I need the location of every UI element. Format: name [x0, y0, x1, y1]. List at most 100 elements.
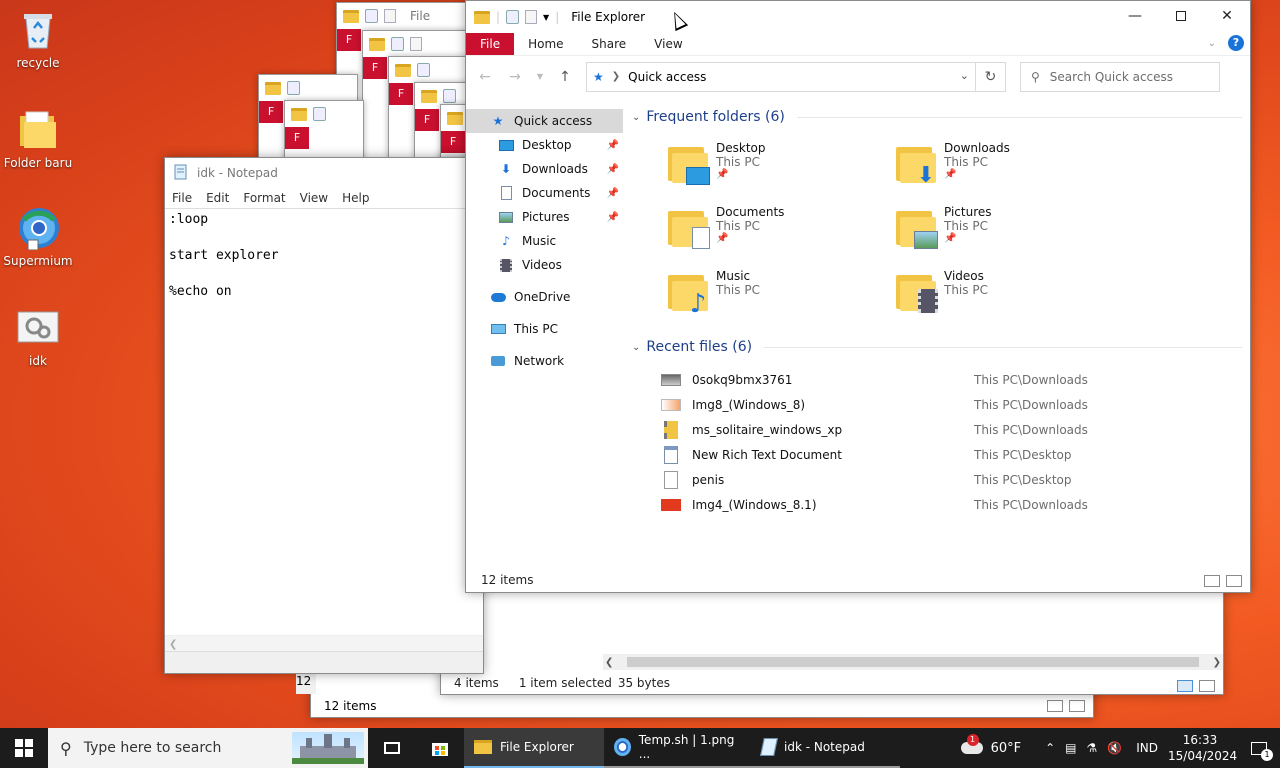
pin-icon[interactable]: 📌 [607, 212, 619, 223]
nav-downloads[interactable]: ⬇ Downloads 📌 [466, 157, 623, 181]
notepad-text-area[interactable]: :loop start explorer %echo on [165, 208, 483, 303]
horizontal-scrollbar[interactable]: ❮ ❯ [603, 654, 1223, 670]
nav-onedrive[interactable]: OneDrive [466, 285, 623, 309]
help-icon[interactable]: ? [1228, 35, 1244, 51]
forward-arrow-icon[interactable]: → [506, 69, 524, 85]
task-view-button[interactable] [368, 728, 416, 768]
menu-edit[interactable]: Edit [206, 191, 229, 205]
taskbar-app-file-explorer[interactable]: File Explorer [464, 728, 604, 768]
address-dropdown-icon[interactable]: ⌄ [960, 69, 969, 82]
frequent-folder-pictures[interactable]: Pictures This PC 📌 [896, 205, 1124, 255]
nav-desktop[interactable]: Desktop 📌 [466, 133, 623, 157]
nav-videos[interactable]: Videos [466, 253, 623, 277]
frequent-folder-music[interactable]: ♪ Music This PC [668, 269, 896, 319]
pin-icon[interactable]: 📌 [607, 164, 619, 175]
nav-this-pc[interactable]: This PC [466, 317, 623, 341]
menu-file[interactable]: File [172, 191, 192, 205]
ribbon-home-tab[interactable]: Home [514, 33, 577, 55]
menu-help[interactable]: Help [342, 191, 369, 205]
collapse-chevron-icon[interactable]: ⌄ [632, 112, 640, 123]
scroll-left-icon[interactable]: ❮ [605, 657, 613, 668]
back-arrow-icon[interactable]: ← [476, 69, 494, 85]
frequent-folder-desktop[interactable]: Desktop This PC 📌 [668, 141, 896, 191]
details-view-icon[interactable] [1204, 575, 1220, 587]
search-highlight-castle-icon[interactable] [292, 732, 364, 764]
recent-file-row[interactable]: Img8_(Windows_8) This PC\Downloads [660, 392, 1242, 417]
pin-icon[interactable]: 📌 [607, 188, 619, 199]
pin-icon[interactable]: 📌 [607, 140, 619, 151]
frequent-folder-downloads[interactable]: ⬇ Downloads This PC 📌 [896, 141, 1124, 191]
scrollbar-thumb[interactable] [627, 657, 1199, 667]
customize-toolbar-icon[interactable]: ▼ [543, 13, 549, 22]
desktop-icon-idk[interactable]: idk [0, 306, 76, 368]
search-box[interactable]: ⚲ Search Quick access [1020, 61, 1220, 92]
nav-network[interactable]: Network [466, 349, 623, 373]
notepad-window[interactable]: idk - Notepad File Edit Format View Help… [164, 157, 484, 674]
network-icon[interactable]: ⚗ [1087, 741, 1098, 755]
recent-file-row[interactable]: penis This PC\Desktop [660, 467, 1242, 492]
maximize-button[interactable] [1158, 1, 1204, 31]
large-icons-view-icon[interactable] [1199, 680, 1215, 692]
meet-now-icon[interactable]: ▤ [1065, 741, 1076, 755]
close-button[interactable]: ✕ [1204, 1, 1250, 31]
desktop-icon-supermium[interactable]: Supermium [0, 206, 76, 268]
menu-view[interactable]: View [300, 191, 328, 205]
ribbon-share-tab[interactable]: Share [578, 33, 641, 55]
start-button[interactable] [0, 728, 48, 768]
up-arrow-icon[interactable]: ↑ [556, 69, 574, 85]
stacked-explorer-window[interactable]: F [284, 100, 364, 164]
frequent-folders-header[interactable]: ⌄ Frequent folders (6) [632, 101, 1242, 133]
ribbon-file-tab[interactable]: F [259, 101, 283, 123]
microsoft-store-button[interactable] [416, 728, 464, 768]
weather-widget[interactable]: 1 60°F [960, 734, 1021, 756]
taskbar-app-browser[interactable]: Temp.sh | 1.png ... [604, 728, 752, 768]
volume-muted-icon[interactable]: 🔇 [1107, 741, 1122, 755]
menu-format[interactable]: Format [243, 191, 285, 205]
notification-center-button[interactable]: 1 [1242, 728, 1276, 768]
ribbon-file-tab[interactable]: F [389, 83, 413, 105]
horizontal-scrollbar[interactable]: ❮ [165, 635, 483, 651]
details-view-icon[interactable] [1177, 680, 1193, 692]
recent-file-row[interactable]: Img4_(Windows_8.1) This PC\Downloads [660, 492, 1242, 517]
collapse-chevron-icon[interactable]: ⌄ [632, 342, 640, 353]
nav-pictures[interactable]: Pictures 📌 [466, 205, 623, 229]
frequent-folder-videos[interactable]: Videos This PC [896, 269, 1124, 319]
recent-locations-chevron-icon[interactable]: ▼ [536, 72, 544, 81]
ribbon-view-tab[interactable]: View [640, 33, 696, 55]
new-folder-icon[interactable] [525, 10, 538, 24]
notepad-titlebar[interactable]: idk - Notepad [165, 158, 483, 188]
refresh-icon[interactable]: ↻ [975, 62, 1005, 91]
explorer-titlebar[interactable]: | ▼ | File Explorer — ✕ [466, 1, 1250, 33]
expand-ribbon-icon[interactable]: ⌄ [1208, 38, 1216, 49]
ribbon-file-tab[interactable]: F [441, 131, 465, 153]
frequent-folder-documents[interactable]: Documents This PC 📌 [668, 205, 896, 255]
recent-file-row[interactable]: 0sokq9bmx3761 This PC\Downloads [660, 367, 1242, 392]
taskbar-app-notepad[interactable]: idk - Notepad [752, 728, 900, 768]
recent-file-row[interactable]: ms_solitaire_windows_xp This PC\Download… [660, 417, 1242, 442]
minimize-button[interactable]: — [1112, 1, 1158, 31]
scroll-left-icon[interactable]: ❮ [169, 639, 177, 650]
nav-documents[interactable]: Documents 📌 [466, 181, 623, 205]
ribbon-file-tab[interactable]: File [466, 33, 515, 55]
recent-file-row[interactable]: New Rich Text Document This PC\Desktop [660, 442, 1242, 467]
recent-files-header[interactable]: ⌄ Recent files (6) [632, 331, 1242, 363]
scroll-right-icon[interactable]: ❯ [1213, 657, 1221, 668]
properties-icon[interactable] [506, 10, 520, 24]
ribbon-file-tab[interactable]: F [337, 29, 361, 51]
large-icons-view-icon[interactable] [1226, 575, 1242, 587]
large-icons-view-icon[interactable] [1069, 700, 1085, 712]
file-explorer-window[interactable]: | ▼ | File Explorer — ✕ File Home Share … [465, 0, 1251, 593]
show-hidden-icons-chevron-icon[interactable]: ⌃ [1045, 741, 1055, 755]
nav-music[interactable]: ♪ Music [466, 229, 623, 253]
ribbon-file-tab[interactable]: F [285, 127, 309, 149]
details-view-icon[interactable] [1047, 700, 1063, 712]
clock[interactable]: 16:33 15/04/2024 [1168, 732, 1237, 764]
address-bar[interactable]: ★ ❯ Quick access ⌄ ↻ [586, 61, 1006, 92]
ribbon-file-tab[interactable]: F [415, 109, 439, 131]
nav-quick-access[interactable]: ★ Quick access [466, 109, 623, 133]
language-indicator[interactable]: IND [1136, 741, 1158, 755]
ribbon-file-tab[interactable]: F [363, 57, 387, 79]
desktop-icon-recycle[interactable]: recycle [0, 8, 76, 70]
desktop-icon-folder-baru[interactable]: Folder baru [0, 108, 76, 170]
taskbar-search-box[interactable]: ⚲ Type here to search [48, 728, 368, 768]
